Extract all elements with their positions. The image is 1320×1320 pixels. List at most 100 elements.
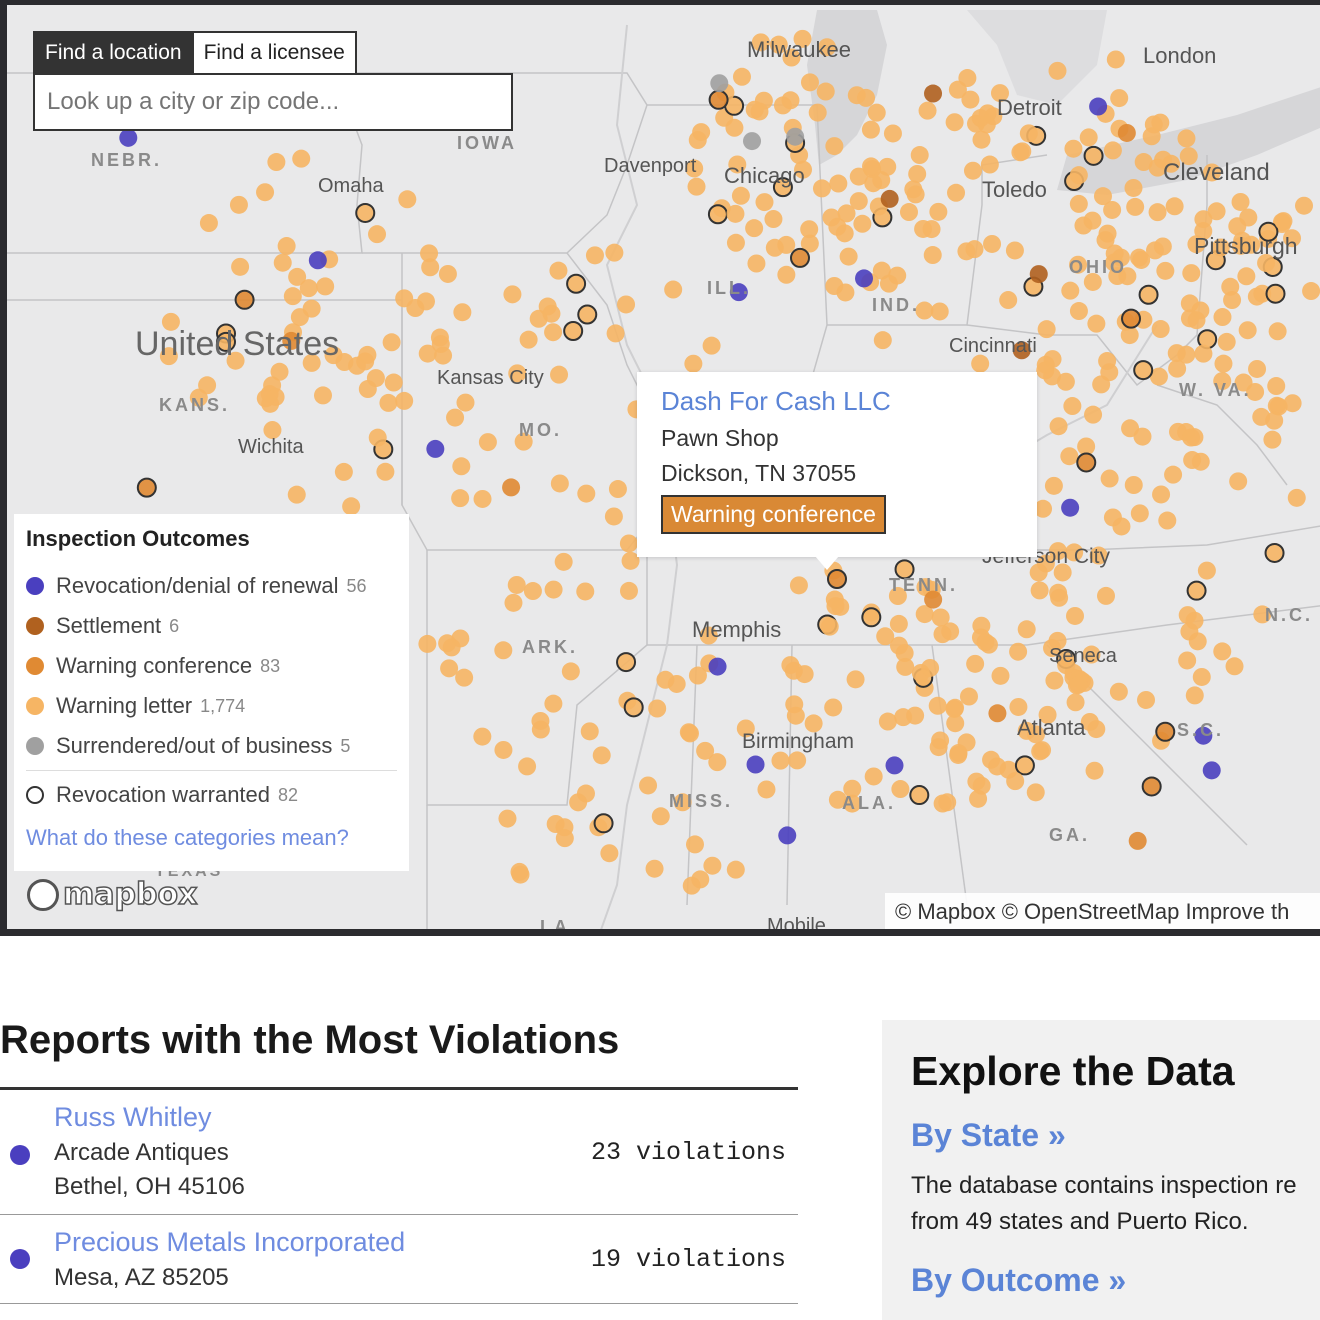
warning-letter-marker[interactable] <box>1182 264 1201 283</box>
warning-letter-marker[interactable] <box>972 130 991 149</box>
warning-letter-marker[interactable] <box>1089 546 1108 565</box>
warning-letter-marker[interactable] <box>577 304 598 325</box>
categories-help-link[interactable]: What do these categories mean? <box>26 825 397 851</box>
warning-letter-marker[interactable] <box>664 280 683 299</box>
warning-letter-marker[interactable] <box>1048 61 1067 80</box>
warning-letter-marker[interactable] <box>1229 472 1248 491</box>
warning-letter-marker[interactable] <box>366 369 385 388</box>
warning-letter-marker[interactable] <box>1234 373 1253 392</box>
warning-letter-marker[interactable] <box>446 408 465 427</box>
warning-letter-marker[interactable] <box>576 582 595 601</box>
warning-letter-marker[interactable] <box>438 634 457 653</box>
warning-letter-marker[interactable] <box>1188 632 1207 651</box>
warning-letter-marker[interactable] <box>1097 586 1116 605</box>
warning-letter-marker[interactable] <box>544 580 563 599</box>
warning-letter-marker[interactable] <box>226 351 245 370</box>
warning-letter-marker[interactable] <box>971 354 990 373</box>
warning-letter-marker[interactable] <box>514 432 533 451</box>
warning-letter-marker[interactable] <box>696 741 715 760</box>
warning-conference-marker[interactable] <box>790 247 811 268</box>
revocation-marker[interactable] <box>778 826 797 845</box>
warning-letter-marker[interactable] <box>883 124 902 143</box>
warning-letter-marker[interactable] <box>473 489 492 508</box>
warning-conference-marker[interactable] <box>1117 123 1136 142</box>
warning-letter-marker[interactable] <box>978 104 997 123</box>
warning-letter-marker[interactable] <box>368 225 387 244</box>
warning-letter-marker[interactable] <box>314 386 333 405</box>
warning-letter-marker[interactable] <box>455 668 474 687</box>
warning-letter-marker[interactable] <box>1257 253 1276 272</box>
warning-letter-marker[interactable] <box>1287 488 1306 507</box>
mapbox-logo[interactable]: mapbox <box>27 876 198 913</box>
warning-letter-marker[interactable] <box>519 330 538 349</box>
warning-letter-marker[interactable] <box>1179 147 1198 166</box>
warning-letter-marker[interactable] <box>784 661 803 680</box>
warning-letter-marker[interactable] <box>836 283 855 302</box>
warning-letter-marker[interactable] <box>549 261 568 280</box>
warning-letter-marker[interactable] <box>580 722 599 741</box>
warning-letter-marker[interactable] <box>1178 651 1197 670</box>
warning-letter-marker[interactable] <box>899 203 918 222</box>
warning-letter-marker[interactable] <box>685 835 704 854</box>
revocation-marker[interactable] <box>746 755 765 774</box>
warning-letter-marker[interactable] <box>948 80 967 99</box>
warning-letter-marker[interactable] <box>1074 216 1093 235</box>
warning-letter-marker[interactable] <box>1061 281 1080 300</box>
warning-letter-marker[interactable] <box>384 373 403 392</box>
warning-letter-marker[interactable] <box>1069 166 1088 185</box>
warning-letter-marker[interactable] <box>896 657 915 676</box>
settlement-marker[interactable] <box>880 189 899 208</box>
warning-letter-marker[interactable] <box>825 137 844 156</box>
warning-letter-marker[interactable] <box>1057 656 1076 675</box>
warning-letter-marker[interactable] <box>1137 690 1156 709</box>
warning-letter-marker[interactable] <box>781 91 800 110</box>
warning-letter-marker[interactable] <box>910 146 929 165</box>
warning-letter-marker[interactable] <box>979 635 998 654</box>
warning-letter-marker[interactable] <box>703 856 722 875</box>
warning-letter-marker[interactable] <box>451 489 470 508</box>
warning-letter-marker[interactable] <box>906 185 925 204</box>
warning-letter-marker[interactable] <box>608 480 627 499</box>
warning-conference-marker[interactable] <box>708 89 729 110</box>
warning-letter-marker[interactable] <box>699 626 718 645</box>
warning-letter-marker[interactable] <box>619 581 638 600</box>
warning-letter-marker[interactable] <box>889 636 908 655</box>
warning-letter-marker[interactable] <box>1186 580 1207 601</box>
warning-letter-marker[interactable] <box>1100 363 1119 382</box>
warning-letter-marker[interactable] <box>1118 267 1137 286</box>
surrendered-marker[interactable] <box>710 74 729 93</box>
warning-letter-marker[interactable] <box>688 131 707 150</box>
revocation-marker[interactable] <box>1089 97 1108 116</box>
warning-letter-marker[interactable] <box>199 214 218 233</box>
warning-letter-marker[interactable] <box>277 237 296 256</box>
warning-letter-marker[interactable] <box>1253 605 1272 624</box>
warning-letter-marker[interactable] <box>1133 427 1152 446</box>
warning-letter-marker[interactable] <box>494 641 513 660</box>
warning-letter-marker[interactable] <box>287 485 306 504</box>
warning-conference-marker[interactable] <box>1076 452 1097 473</box>
warning-letter-marker[interactable] <box>1221 277 1240 296</box>
warning-letter-marker[interactable] <box>1124 178 1143 197</box>
warning-letter-marker[interactable] <box>1029 563 1048 582</box>
warning-letter-marker[interactable] <box>229 195 248 214</box>
warning-letter-marker[interactable] <box>1105 253 1124 272</box>
warning-letter-marker[interactable] <box>826 597 845 616</box>
warning-letter-marker[interactable] <box>550 365 569 384</box>
warning-letter-marker[interactable] <box>1183 451 1202 470</box>
warning-letter-marker[interactable] <box>302 353 321 372</box>
warning-letter-marker[interactable] <box>1049 417 1068 436</box>
warning-letter-marker[interactable] <box>358 345 377 364</box>
warning-letter-marker[interactable] <box>418 634 437 653</box>
warning-letter-marker[interactable] <box>569 793 588 812</box>
warning-conference-marker[interactable] <box>1128 831 1147 850</box>
warning-letter-marker[interactable] <box>793 29 812 48</box>
warning-conference-marker[interactable] <box>282 331 301 350</box>
warning-letter-marker[interactable] <box>731 186 750 205</box>
warning-letter-marker[interactable] <box>1038 705 1057 724</box>
warning-letter-marker[interactable] <box>577 484 596 503</box>
warning-letter-marker[interactable] <box>685 159 704 178</box>
warning-letter-marker[interactable] <box>930 302 949 321</box>
warning-letter-marker[interactable] <box>1158 511 1177 530</box>
warning-letter-marker[interactable] <box>680 724 699 743</box>
warning-letter-marker[interactable] <box>395 289 414 308</box>
